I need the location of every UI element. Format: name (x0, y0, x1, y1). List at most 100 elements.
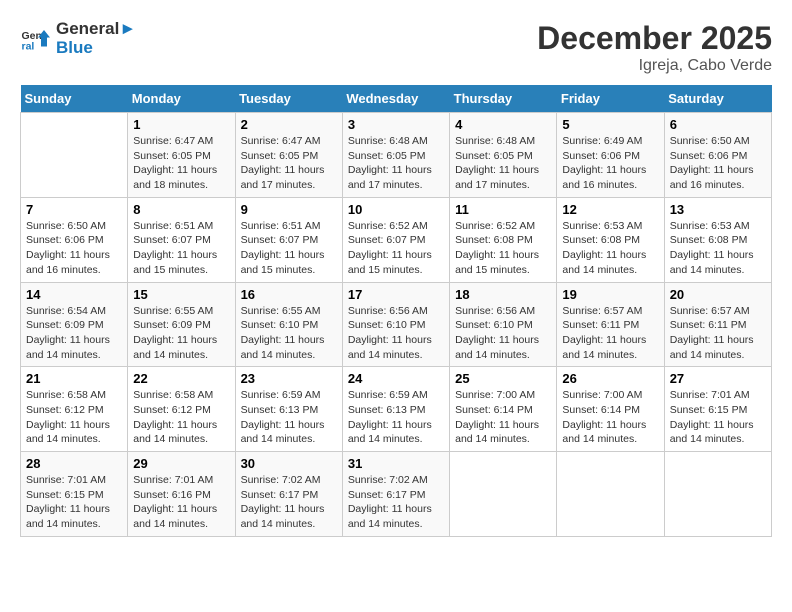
calendar-cell: 31 Sunrise: 7:02 AMSunset: 6:17 PMDayligh… (342, 452, 449, 537)
day-number: 15 (133, 287, 229, 302)
day-info: Sunrise: 6:56 AMSunset: 6:10 PMDaylight:… (455, 304, 551, 363)
day-number: 26 (562, 371, 658, 386)
day-info: Sunrise: 6:59 AMSunset: 6:13 PMDaylight:… (241, 388, 337, 447)
day-info: Sunrise: 7:01 AMSunset: 6:15 PMDaylight:… (670, 388, 766, 447)
calendar-cell: 4 Sunrise: 6:48 AMSunset: 6:05 PMDaylight… (450, 113, 557, 198)
day-info: Sunrise: 6:57 AMSunset: 6:11 PMDaylight:… (562, 304, 658, 363)
header-day-monday: Monday (128, 85, 235, 113)
day-info: Sunrise: 6:51 AMSunset: 6:07 PMDaylight:… (241, 219, 337, 278)
calendar-cell: 6 Sunrise: 6:50 AMSunset: 6:06 PMDaylight… (664, 113, 771, 198)
header-day-wednesday: Wednesday (342, 85, 449, 113)
calendar-cell: 9 Sunrise: 6:51 AMSunset: 6:07 PMDaylight… (235, 197, 342, 282)
day-number: 25 (455, 371, 551, 386)
day-number: 7 (26, 202, 122, 217)
day-info: Sunrise: 6:47 AMSunset: 6:05 PMDaylight:… (241, 134, 337, 193)
logo-icon: Gene ral (20, 24, 50, 54)
main-title: December 2025 (537, 20, 772, 57)
calendar-cell: 14Sunrise: 6:54 AMSunset: 6:09 PMDayligh… (21, 282, 128, 367)
calendar-cell: 12 Sunrise: 6:53 AMSunset: 6:08 PMDayligh… (557, 197, 664, 282)
day-info: Sunrise: 6:58 AMSunset: 6:12 PMDaylight:… (133, 388, 229, 447)
calendar-cell (21, 113, 128, 198)
calendar-cell: 23 Sunrise: 6:59 AMSunset: 6:13 PMDayligh… (235, 367, 342, 452)
calendar-cell: 22Sunrise: 6:58 AMSunset: 6:12 PMDayligh… (128, 367, 235, 452)
day-number: 8 (133, 202, 229, 217)
header-day-sunday: Sunday (21, 85, 128, 113)
day-number: 9 (241, 202, 337, 217)
day-info: Sunrise: 6:48 AMSunset: 6:05 PMDaylight:… (455, 134, 551, 193)
header-day-tuesday: Tuesday (235, 85, 342, 113)
day-number: 12 (562, 202, 658, 217)
day-info: Sunrise: 6:57 AMSunset: 6:11 PMDaylight:… (670, 304, 766, 363)
calendar-cell: 19 Sunrise: 6:57 AMSunset: 6:11 PMDayligh… (557, 282, 664, 367)
calendar-cell: 8Sunrise: 6:51 AMSunset: 6:07 PMDaylight… (128, 197, 235, 282)
day-number: 21 (26, 371, 122, 386)
calendar-cell (664, 452, 771, 537)
calendar-cell: 30 Sunrise: 7:02 AMSunset: 6:17 PMDayligh… (235, 452, 342, 537)
day-number: 6 (670, 117, 766, 132)
title-section: December 2025 Igreja, Cabo Verde (537, 20, 772, 75)
day-info: Sunrise: 6:55 AMSunset: 6:09 PMDaylight:… (133, 304, 229, 363)
day-number: 3 (348, 117, 444, 132)
calendar-week-2: 7 Sunrise: 6:50 AMSunset: 6:06 PMDaylight… (21, 197, 772, 282)
day-number: 30 (241, 456, 337, 471)
calendar-week-5: 28Sunrise: 7:01 AMSunset: 6:15 PMDayligh… (21, 452, 772, 537)
calendar-cell: 1 Sunrise: 6:47 AMSunset: 6:05 PMDaylight… (128, 113, 235, 198)
day-number: 2 (241, 117, 337, 132)
day-number: 23 (241, 371, 337, 386)
day-number: 13 (670, 202, 766, 217)
day-info: Sunrise: 6:56 AMSunset: 6:10 PMDaylight:… (348, 304, 444, 363)
calendar-cell: 11Sunrise: 6:52 AMSunset: 6:08 PMDayligh… (450, 197, 557, 282)
day-info: Sunrise: 6:47 AMSunset: 6:05 PMDaylight:… (133, 134, 229, 193)
calendar-cell: 18Sunrise: 6:56 AMSunset: 6:10 PMDayligh… (450, 282, 557, 367)
day-number: 19 (562, 287, 658, 302)
day-info: Sunrise: 7:02 AMSunset: 6:17 PMDaylight:… (241, 473, 337, 532)
calendar-cell: 7 Sunrise: 6:50 AMSunset: 6:06 PMDaylight… (21, 197, 128, 282)
calendar-cell: 25 Sunrise: 7:00 AMSunset: 6:14 PMDayligh… (450, 367, 557, 452)
day-number: 1 (133, 117, 229, 132)
calendar-cell: 26 Sunrise: 7:00 AMSunset: 6:14 PMDayligh… (557, 367, 664, 452)
calendar-week-4: 21 Sunrise: 6:58 AMSunset: 6:12 PMDayligh… (21, 367, 772, 452)
day-info: Sunrise: 6:59 AMSunset: 6:13 PMDaylight:… (348, 388, 444, 447)
day-info: Sunrise: 6:52 AMSunset: 6:08 PMDaylight:… (455, 219, 551, 278)
calendar-cell: 5Sunrise: 6:49 AMSunset: 6:06 PMDaylight… (557, 113, 664, 198)
calendar-cell: 16Sunrise: 6:55 AMSunset: 6:10 PMDayligh… (235, 282, 342, 367)
day-info: Sunrise: 6:50 AMSunset: 6:06 PMDaylight:… (26, 219, 122, 278)
calendar-week-3: 14Sunrise: 6:54 AMSunset: 6:09 PMDayligh… (21, 282, 772, 367)
day-number: 29 (133, 456, 229, 471)
subtitle: Igreja, Cabo Verde (537, 57, 772, 75)
day-number: 14 (26, 287, 122, 302)
day-info: Sunrise: 6:53 AMSunset: 6:08 PMDaylight:… (562, 219, 658, 278)
calendar-cell: 21 Sunrise: 6:58 AMSunset: 6:12 PMDayligh… (21, 367, 128, 452)
calendar-cell: 29 Sunrise: 7:01 AMSunset: 6:16 PMDayligh… (128, 452, 235, 537)
day-info: Sunrise: 6:58 AMSunset: 6:12 PMDaylight:… (26, 388, 122, 447)
day-number: 27 (670, 371, 766, 386)
header-day-saturday: Saturday (664, 85, 771, 113)
calendar-cell: 15 Sunrise: 6:55 AMSunset: 6:09 PMDayligh… (128, 282, 235, 367)
page-header: Gene ral General► Blue December 2025 Igr… (20, 20, 772, 75)
day-number: 10 (348, 202, 444, 217)
day-info: Sunrise: 7:01 AMSunset: 6:16 PMDaylight:… (133, 473, 229, 532)
day-number: 16 (241, 287, 337, 302)
calendar-week-1: 1 Sunrise: 6:47 AMSunset: 6:05 PMDaylight… (21, 113, 772, 198)
calendar-header-row: SundayMondayTuesdayWednesdayThursdayFrid… (21, 85, 772, 113)
day-info: Sunrise: 6:50 AMSunset: 6:06 PMDaylight:… (670, 134, 766, 193)
calendar-cell: 17Sunrise: 6:56 AMSunset: 6:10 PMDayligh… (342, 282, 449, 367)
logo: Gene ral General► Blue (20, 20, 136, 57)
day-info: Sunrise: 7:02 AMSunset: 6:17 PMDaylight:… (348, 473, 444, 532)
day-info: Sunrise: 7:00 AMSunset: 6:14 PMDaylight:… (455, 388, 551, 447)
day-number: 28 (26, 456, 122, 471)
header-day-thursday: Thursday (450, 85, 557, 113)
svg-text:ral: ral (22, 40, 35, 52)
calendar-cell (557, 452, 664, 537)
calendar-cell: 2 Sunrise: 6:47 AMSunset: 6:05 PMDaylight… (235, 113, 342, 198)
day-number: 4 (455, 117, 551, 132)
day-info: Sunrise: 7:00 AMSunset: 6:14 PMDaylight:… (562, 388, 658, 447)
calendar-cell: 10Sunrise: 6:52 AMSunset: 6:07 PMDayligh… (342, 197, 449, 282)
day-number: 31 (348, 456, 444, 471)
calendar-cell: 28Sunrise: 7:01 AMSunset: 6:15 PMDayligh… (21, 452, 128, 537)
day-number: 24 (348, 371, 444, 386)
calendar-cell (450, 452, 557, 537)
header-day-friday: Friday (557, 85, 664, 113)
day-number: 5 (562, 117, 658, 132)
day-info: Sunrise: 6:48 AMSunset: 6:05 PMDaylight:… (348, 134, 444, 193)
